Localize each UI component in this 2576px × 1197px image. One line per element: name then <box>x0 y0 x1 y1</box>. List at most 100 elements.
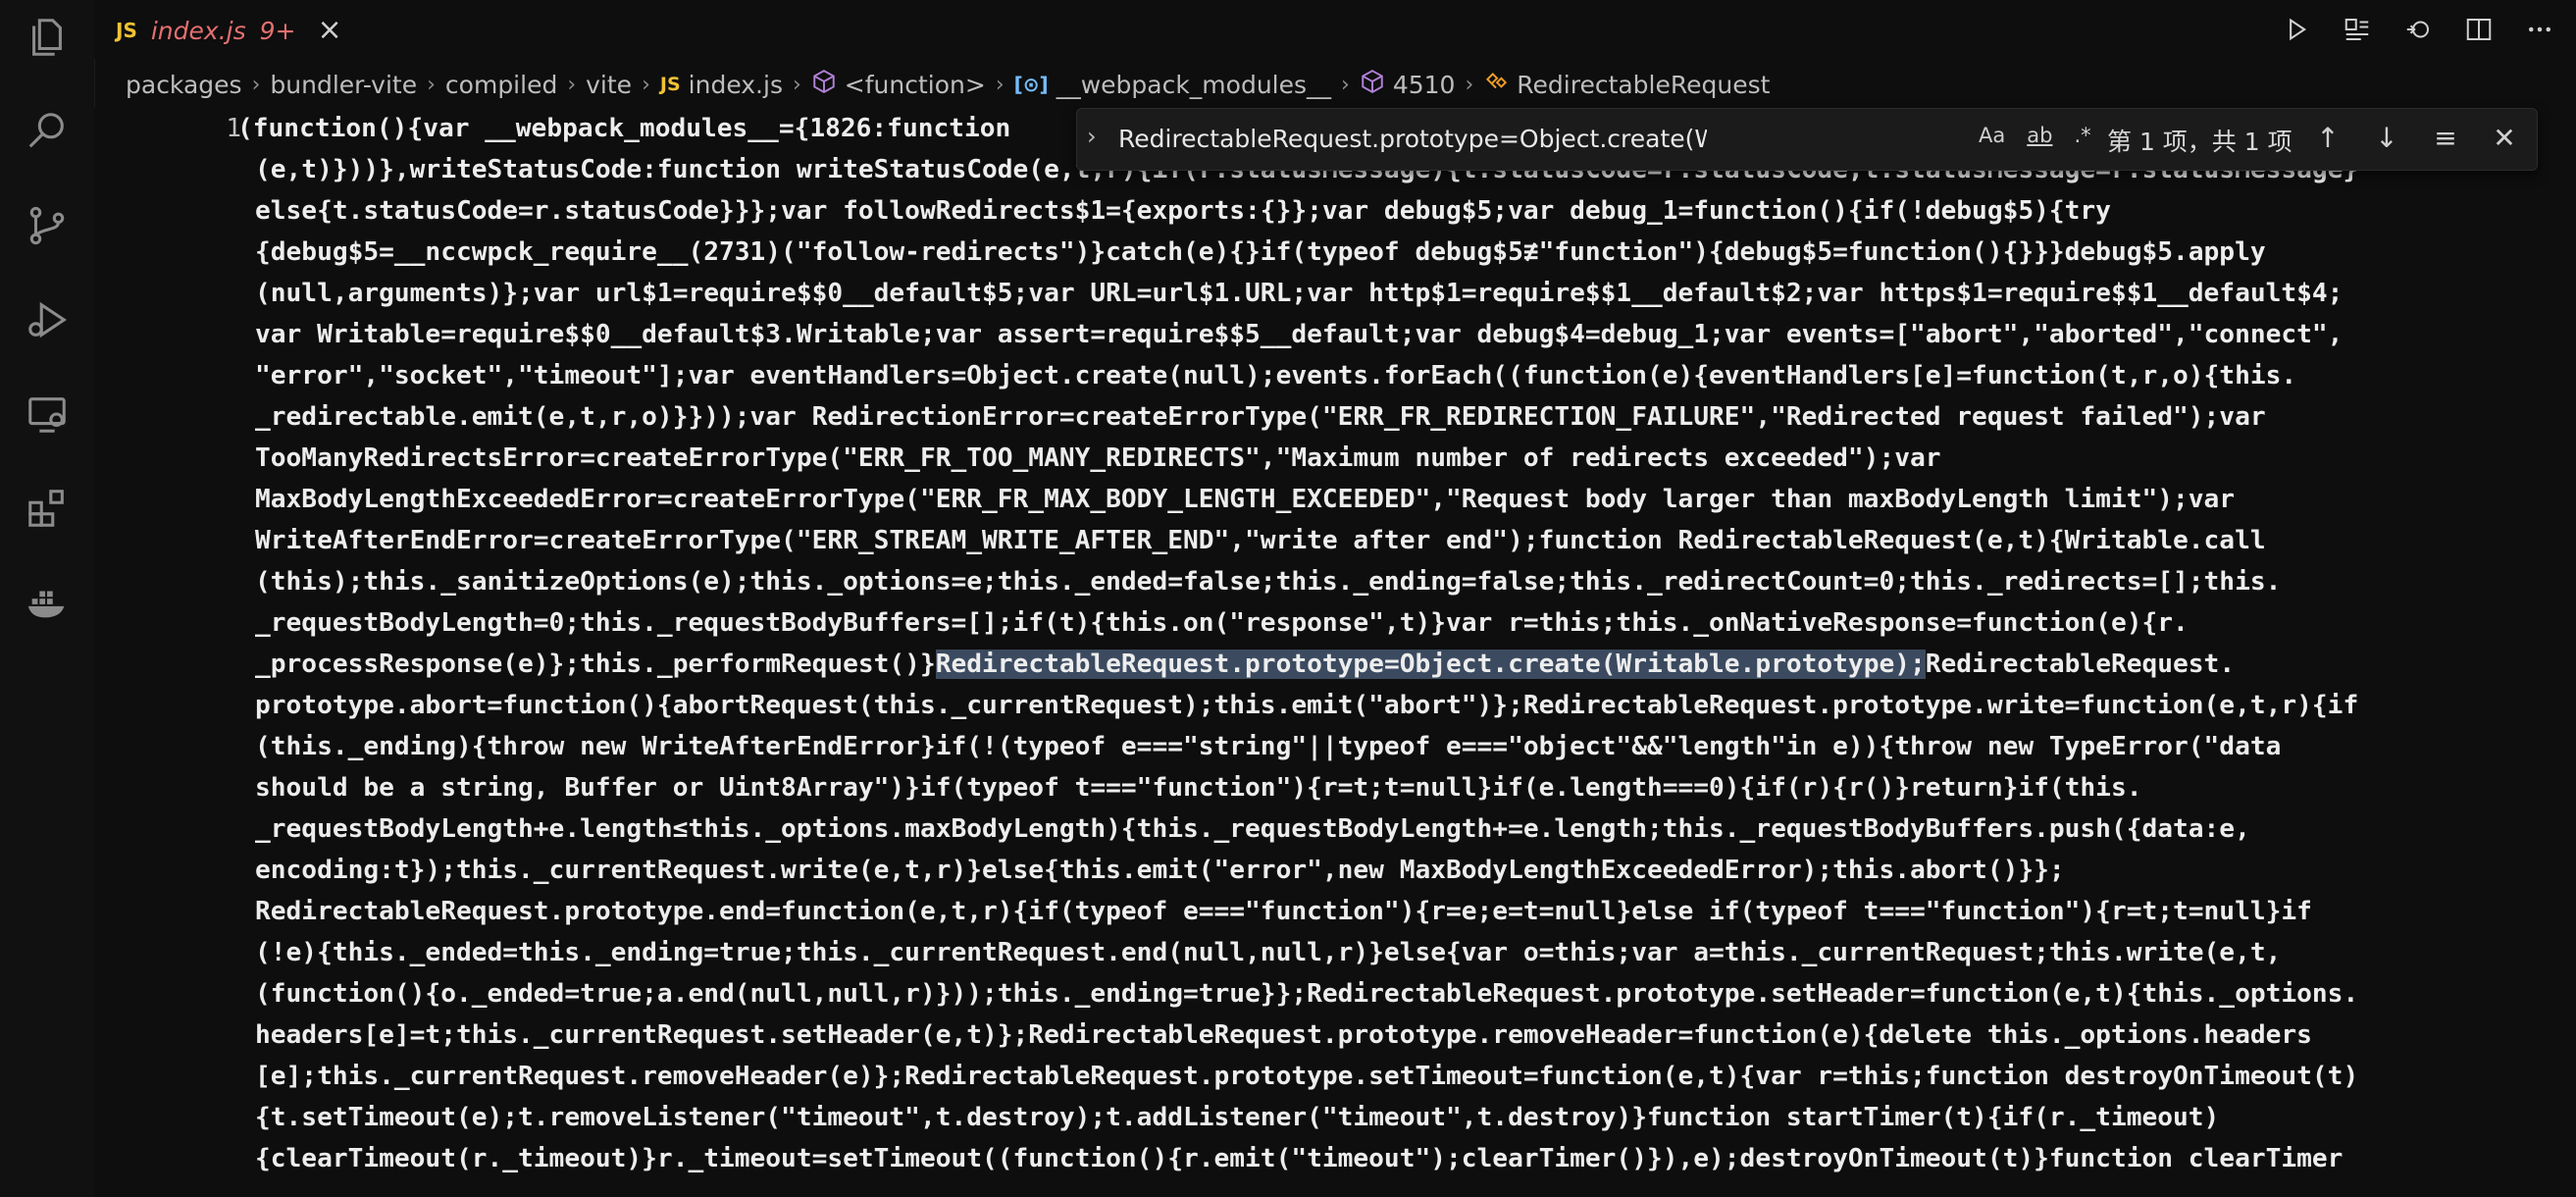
find-result-count: 第 1 项，共 1 项 <box>2107 128 2293 156</box>
code-line[interactable]: {clearTimeout(r._timeout)}r._timeout=set… <box>237 1138 2576 1179</box>
code-line[interactable]: MaxBodyLengthExceededError=createErrorTy… <box>237 479 2576 520</box>
tab-index-js[interactable]: JS index.js 9+ × <box>94 0 353 59</box>
activity-bar <box>0 0 95 1197</box>
breadcrumb-item-vite[interactable]: vite <box>586 71 632 99</box>
docker-icon[interactable] <box>24 579 71 626</box>
previous-match-icon[interactable]: ↑ <box>2311 121 2344 154</box>
find-widget: › Aa ab .* 第 1 项，共 1 项 ↑ ↓ ≡ ✕ <box>1076 108 2538 171</box>
code-text: var Writable=require$$0__default$3.Writa… <box>255 320 2344 349</box>
class-symbol-icon <box>1483 69 1509 100</box>
code-text: (function(){o._ended=true;a.end(null,nul… <box>255 979 2359 1009</box>
code-line[interactable]: [e];this._currentRequest.removeHeader(e)… <box>237 1056 2576 1097</box>
code-line[interactable]: WriteAfterEndError=createErrorType("ERR_… <box>237 520 2576 561</box>
breadcrumb-item-redirectable-request[interactable]: RedirectableRequest <box>1517 71 1770 99</box>
code-text: should be a string, Buffer or Uint8Array… <box>255 773 2142 803</box>
close-find-icon[interactable]: ✕ <box>2488 121 2521 154</box>
code-content[interactable]: (function(){var __webpack_modules__={182… <box>237 108 2576 1179</box>
remote-explorer-icon[interactable] <box>24 390 71 438</box>
code-editor[interactable]: 1 (function(){var __webpack_modules__={1… <box>94 108 2576 1197</box>
code-text: _processResponse(e)};this._performReques… <box>255 650 936 679</box>
code-line[interactable]: (this._ending){throw new WriteAfterEndEr… <box>237 726 2576 767</box>
code-line[interactable]: (this);this._sanitizeOptions(e);this._op… <box>237 561 2576 602</box>
code-line[interactable]: "error","socket","timeout"];var eventHan… <box>237 355 2576 396</box>
code-line[interactable]: prototype.abort=function(){abortRequest(… <box>237 685 2576 726</box>
more-actions-icon[interactable] <box>2523 13 2556 46</box>
breadcrumb-separator: › <box>1465 72 1474 97</box>
line-number: 1 <box>226 114 241 143</box>
code-line[interactable]: headers[e]=t;this._currentRequest.setHea… <box>237 1015 2576 1056</box>
code-line[interactable]: (null,arguments)};var url$1=require$$0__… <box>237 273 2576 314</box>
find-navigation: ↑ ↓ ≡ ✕ <box>2311 121 2521 154</box>
code-line[interactable]: else{t.statusCode=r.statusCode}}};var fo… <box>237 190 2576 232</box>
source-control-icon[interactable] <box>24 202 71 249</box>
whole-word-toggle[interactable]: ab <box>2023 124 2056 147</box>
code-line[interactable]: _processResponse(e)};this._performReques… <box>237 644 2576 685</box>
code-text: MaxBodyLengthExceededError=createErrorTy… <box>255 485 2236 514</box>
editor-tab-bar: JS index.js 9+ × <box>94 0 2576 59</box>
code-line[interactable]: RedirectableRequest.prototype.end=functi… <box>237 891 2576 932</box>
breadcrumb-separator: › <box>642 72 650 97</box>
find-options: Aa ab .* <box>1975 124 2095 147</box>
breadcrumb-item-bundler-vite[interactable]: bundler-vite <box>270 71 417 99</box>
code-text: _redirectable.emit(e,t,r,o)}}));var Redi… <box>255 402 2266 432</box>
function-symbol-icon <box>811 69 837 100</box>
code-line[interactable]: (function(){o._ended=true;a.end(null,nul… <box>237 973 2576 1015</box>
code-line[interactable]: (!e){this._ended=this._ending=true;this.… <box>237 932 2576 973</box>
run-icon[interactable] <box>2280 13 2313 46</box>
open-changes-icon[interactable] <box>2401 13 2435 46</box>
search-match-highlight: RedirectableRequest.prototype=Object.cre… <box>935 650 1926 679</box>
code-line[interactable]: _requestBodyLength=0;this._requestBodyBu… <box>237 602 2576 644</box>
code-text: TooManyRedirectsError=createErrorType("E… <box>255 443 1941 473</box>
next-match-icon[interactable]: ↓ <box>2370 121 2403 154</box>
breadcrumb-item-function[interactable]: <function> <box>845 71 986 99</box>
search-icon[interactable] <box>24 108 71 155</box>
breadcrumb-item-webpack-modules[interactable]: __webpack_modules__ <box>1056 71 1331 99</box>
code-line[interactable]: var Writable=require$$0__default$3.Writa… <box>237 314 2576 355</box>
code-text: {t.setTimeout(e);t.removeListener("timeo… <box>255 1103 2220 1132</box>
code-text: (null,arguments)};var url$1=require$$0__… <box>255 279 2344 308</box>
problem-count: 9+ <box>259 16 296 45</box>
code-text: _requestBodyLength=0;this._requestBodyBu… <box>255 608 2189 638</box>
code-text: prototype.abort=function(){abortRequest(… <box>255 691 2359 720</box>
code-text: [e];this._currentRequest.removeHeader(e)… <box>255 1062 2359 1091</box>
code-line[interactable]: {t.setTimeout(e);t.removeListener("timeo… <box>237 1097 2576 1138</box>
extensions-icon[interactable] <box>24 485 71 532</box>
code-line[interactable]: TooManyRedirectsError=createErrorType("E… <box>237 438 2576 479</box>
breadcrumb-separator: › <box>995 72 1005 97</box>
regex-toggle[interactable]: .* <box>2070 124 2094 147</box>
editor-actions <box>2280 12 2556 47</box>
code-text: headers[e]=t;this._currentRequest.setHea… <box>255 1020 2312 1050</box>
breadcrumb-item-compiled[interactable]: compiled <box>445 71 557 99</box>
breadcrumb-item-packages[interactable]: packages <box>126 71 242 99</box>
match-case-toggle[interactable]: Aa <box>1975 124 2009 147</box>
breadcrumb-item-4510[interactable]: 4510 <box>1393 71 1456 99</box>
code-text: (this._ending){throw new WriteAfterEndEr… <box>255 732 2282 761</box>
breadcrumb-separator: › <box>1341 72 1350 97</box>
breadcrumb-separator: › <box>427 72 436 97</box>
code-line[interactable]: encoding:t});this._currentRequest.write(… <box>237 850 2576 891</box>
breadcrumb: packages › bundler-vite › compiled › vit… <box>126 67 1770 102</box>
code-text: encoding:t});this._currentRequest.write(… <box>255 856 2065 885</box>
code-text: (this);this._sanitizeOptions(e);this._op… <box>255 567 2282 597</box>
tab-label: index.js <box>150 16 246 45</box>
breadcrumb-separator: › <box>792 72 801 97</box>
code-text: (function(){var __webpack_modules__={182… <box>237 114 1011 143</box>
find-in-selection-icon[interactable]: ≡ <box>2429 121 2462 154</box>
toggle-replace-icon[interactable]: › <box>1087 123 1097 150</box>
code-text: {clearTimeout(r._timeout)}r._timeout=set… <box>255 1144 2344 1173</box>
code-line[interactable]: _redirectable.emit(e,t,r,o)}}));var Redi… <box>237 396 2576 438</box>
explorer-icon[interactable] <box>24 14 71 61</box>
module-symbol-icon <box>1360 69 1385 100</box>
find-input-container <box>1116 117 1989 160</box>
code-line[interactable]: {debug$5=__nccwpck_require__(2731)("foll… <box>237 232 2576 273</box>
run-debug-icon[interactable] <box>24 296 71 343</box>
code-line[interactable]: should be a string, Buffer or Uint8Array… <box>237 767 2576 808</box>
code-text: {debug$5=__nccwpck_require__(2731)("foll… <box>255 237 2266 267</box>
breadcrumb-item-index-js[interactable]: index.js <box>689 71 783 99</box>
close-icon[interactable]: × <box>317 16 341 45</box>
split-editor-icon[interactable] <box>2462 13 2496 46</box>
code-line[interactable]: _requestBodyLength+e.length≤this._option… <box>237 808 2576 850</box>
compare-changes-icon[interactable] <box>2341 13 2374 46</box>
find-input[interactable] <box>1116 123 1709 154</box>
breadcrumb-separator: › <box>567 72 577 97</box>
